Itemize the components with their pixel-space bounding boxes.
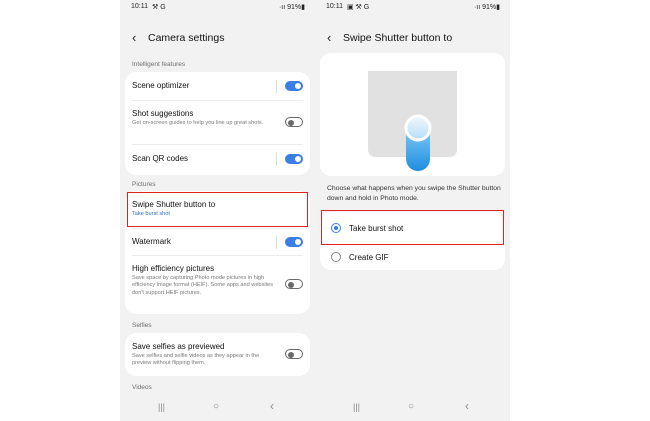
- save-selfies-label: Save selfies as previewed: [132, 342, 225, 351]
- illustration-card: [320, 53, 505, 176]
- save-selfies-toggle[interactable]: [285, 349, 303, 359]
- highlight-box: [127, 192, 308, 227]
- shot-suggestions-row[interactable]: Shot suggestions Get on-screen guides to…: [125, 101, 310, 144]
- shot-suggestions-toggle[interactable]: [285, 117, 303, 127]
- navigation-bar: ||| ○ ‹: [120, 397, 315, 421]
- page-title: Swipe Shutter button to: [343, 32, 453, 44]
- status-signal-battery: ·ıı 91%▮: [278, 4, 305, 11]
- option-label: Create GIF: [349, 253, 389, 262]
- status-bar: 10:11 ▣ ⚒ G ·ıı 91%▮: [315, 0, 510, 14]
- intelligent-features-card: Scene optimizer Shot suggestions Get on-…: [125, 72, 310, 175]
- highlight-box: [321, 210, 504, 245]
- section-selfies: Selfies: [132, 322, 152, 329]
- back-nav-icon[interactable]: ‹: [465, 399, 469, 413]
- divider: [276, 236, 277, 249]
- scene-optimizer-label: Scene optimizer: [132, 81, 190, 90]
- watermark-row[interactable]: Watermark: [125, 229, 310, 255]
- shutter-swipe-illustration: [368, 71, 457, 171]
- scan-qr-label: Scan QR codes: [132, 154, 189, 163]
- scan-qr-row[interactable]: Scan QR codes: [125, 145, 310, 175]
- status-notification-icons: ▣ ⚒ G: [347, 4, 370, 11]
- recents-icon[interactable]: |||: [158, 402, 165, 412]
- navigation-bar: ||| ○ ‹: [315, 397, 510, 421]
- save-selfies-row[interactable]: Save selfies as previewed Save selfies a…: [125, 333, 310, 376]
- camera-settings-screen: 10:11 ⚒ G ·ıı 91%▮ ‹ Camera settings Int…: [120, 0, 315, 421]
- shot-suggestions-label: Shot suggestions: [132, 109, 194, 118]
- save-selfies-description: Save selfies and selfie videos as they a…: [132, 353, 260, 367]
- selfies-card: Save selfies as previewed Save selfies a…: [125, 333, 310, 376]
- watermark-toggle[interactable]: [285, 237, 303, 247]
- description-text: Choose what happens when you swipe the S…: [327, 185, 501, 202]
- header: ‹ Camera settings: [120, 28, 315, 48]
- header: ‹ Swipe Shutter button to: [315, 28, 510, 48]
- section-intelligent-features: Intelligent features: [132, 61, 186, 68]
- high-efficiency-row[interactable]: High efficiency pictures Save space by c…: [125, 256, 310, 314]
- high-efficiency-description: Save space by capturing Photo mode pictu…: [132, 275, 274, 296]
- section-pictures: Pictures: [132, 181, 156, 188]
- divider: [276, 153, 277, 166]
- back-arrow-icon[interactable]: ‹: [327, 30, 331, 45]
- status-signal-battery: ·ıı 91%▮: [473, 4, 500, 11]
- back-arrow-icon[interactable]: ‹: [132, 30, 136, 45]
- swipe-shutter-screen: 10:11 ▣ ⚒ G ·ıı 91%▮ ‹ Swipe Shutter but…: [315, 0, 510, 421]
- recents-icon[interactable]: |||: [353, 402, 360, 412]
- option-create-gif[interactable]: Create GIF: [320, 245, 505, 270]
- page-title: Camera settings: [148, 32, 225, 44]
- scan-qr-toggle[interactable]: [285, 154, 303, 164]
- back-nav-icon[interactable]: ‹: [270, 399, 274, 413]
- status-bar: 10:11 ⚒ G ·ıı 91%▮: [120, 0, 315, 14]
- scene-optimizer-toggle[interactable]: [285, 81, 303, 91]
- shot-suggestions-description: Get on-screen guides to help you line up…: [132, 120, 264, 126]
- watermark-label: Watermark: [132, 237, 171, 246]
- home-icon[interactable]: ○: [213, 401, 219, 412]
- section-videos: Videos: [132, 384, 152, 391]
- status-time: 10:11: [326, 3, 343, 10]
- divider: [276, 80, 277, 93]
- scene-optimizer-row[interactable]: Scene optimizer: [125, 72, 310, 100]
- status-time: 10:11: [131, 3, 148, 10]
- high-efficiency-toggle[interactable]: [285, 279, 303, 289]
- high-efficiency-label: High efficiency pictures: [132, 264, 215, 273]
- status-notification-icons: ⚒ G: [152, 4, 166, 11]
- radio-unselected-icon[interactable]: [331, 252, 341, 262]
- home-icon[interactable]: ○: [408, 401, 414, 412]
